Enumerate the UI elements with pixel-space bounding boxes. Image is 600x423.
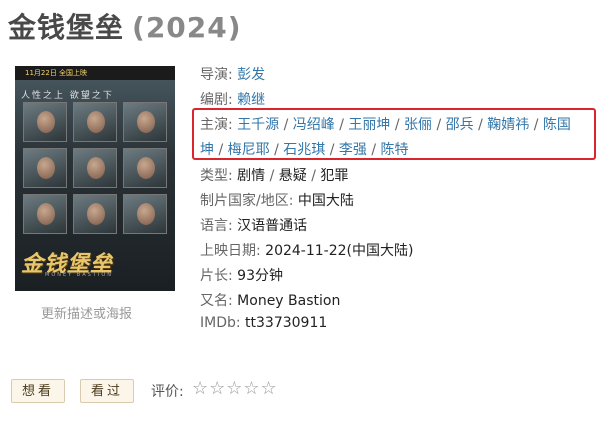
runtime-value: 93分钟 xyxy=(237,268,283,284)
page-title: 金钱堡垒 (2024) xyxy=(8,6,242,46)
genre-label: 类型: xyxy=(200,168,233,184)
update-poster-link[interactable]: 更新描述或海报 xyxy=(41,303,132,322)
movie-poster[interactable]: 11月22日 全国上映 人性之上 欲望之下 金钱堡垒 MONEY BASTION xyxy=(15,66,175,291)
imdb-label: IMDb: xyxy=(200,315,241,331)
writer-row: 编剧: 赖继 xyxy=(200,89,265,109)
imdb-value: tt33730911 xyxy=(245,315,328,331)
rating-label: 评价: xyxy=(151,384,184,400)
country-label: 制片国家/地区: xyxy=(200,193,294,209)
actor-link[interactable]: 邵兵 xyxy=(446,117,474,133)
genre-value: 犯罪 xyxy=(320,168,349,184)
genre-row: 类型: 剧情 / 悬疑 / 犯罪 xyxy=(200,168,349,184)
aka-row: 又名: Money Bastion xyxy=(200,290,340,310)
aka-label: 又名: xyxy=(200,293,233,309)
aka-value: Money Bastion xyxy=(237,293,341,309)
want-to-watch-button[interactable]: 想看 xyxy=(11,379,66,403)
poster-tagline: 人性之上 欲望之下 xyxy=(21,91,114,101)
cast-row-continued: 坤 / 梅尼耶 / 石兆琪 / 李强 / 陈特 xyxy=(200,142,409,158)
genre-value: 剧情 xyxy=(237,168,266,184)
watched-button[interactable]: 看过 xyxy=(80,379,135,403)
actor-link[interactable]: 陈国 xyxy=(543,117,571,133)
cast-row: 主演: 王千源 / 冯绍峰 / 王丽坤 / 张俪 / 邵兵 / 鞠婧祎 / 陈国 xyxy=(200,117,571,133)
actor-link[interactable]: 梅尼耶 xyxy=(228,142,270,158)
actor-link[interactable]: 张俪 xyxy=(404,117,432,133)
release-label: 上映日期: xyxy=(200,243,261,259)
actor-link[interactable]: 王千源 xyxy=(237,117,279,133)
poster-cast-grid xyxy=(23,102,167,237)
actor-link[interactable]: 鞠婧祎 xyxy=(487,117,529,133)
director-row: 导演: 彭发 xyxy=(200,64,265,84)
actor-link[interactable]: 坤 xyxy=(200,142,214,158)
language-row: 语言: 汉语普通话 xyxy=(200,215,307,235)
language-value: 汉语普通话 xyxy=(237,218,308,234)
cast-label: 主演: xyxy=(200,117,233,133)
director-link[interactable]: 彭发 xyxy=(237,67,265,83)
director-label: 导演: xyxy=(200,67,233,83)
language-label: 语言: xyxy=(200,218,233,234)
runtime-label: 片长: xyxy=(200,268,233,284)
writer-label: 编剧: xyxy=(200,92,233,108)
actor-link[interactable]: 王丽坤 xyxy=(348,117,390,133)
country-value: 中国大陆 xyxy=(297,193,354,209)
poster-english-title: MONEY BASTION xyxy=(45,272,114,278)
runtime-row: 片长: 93分钟 xyxy=(200,265,283,285)
actor-link[interactable]: 石兆琪 xyxy=(283,142,325,158)
release-value: 2024-11-22(中国大陆) xyxy=(265,243,414,259)
poster-release-text: 11月22日 全国上映 xyxy=(25,69,88,77)
rating-stars[interactable]: ☆☆☆☆☆ xyxy=(192,378,278,399)
movie-year: (2024) xyxy=(132,11,242,44)
movie-title: 金钱堡垒 xyxy=(8,11,125,44)
country-row: 制片国家/地区: 中国大陆 xyxy=(200,190,354,210)
genre-value: 悬疑 xyxy=(278,168,307,184)
writer-link[interactable]: 赖继 xyxy=(237,92,265,108)
release-row: 上映日期: 2024-11-22(中国大陆) xyxy=(200,240,413,260)
actor-link[interactable]: 冯绍峰 xyxy=(293,117,335,133)
actor-link[interactable]: 李强 xyxy=(339,142,367,158)
imdb-row: IMDb: tt33730911 xyxy=(200,315,327,331)
actor-link[interactable]: 陈特 xyxy=(381,142,409,158)
